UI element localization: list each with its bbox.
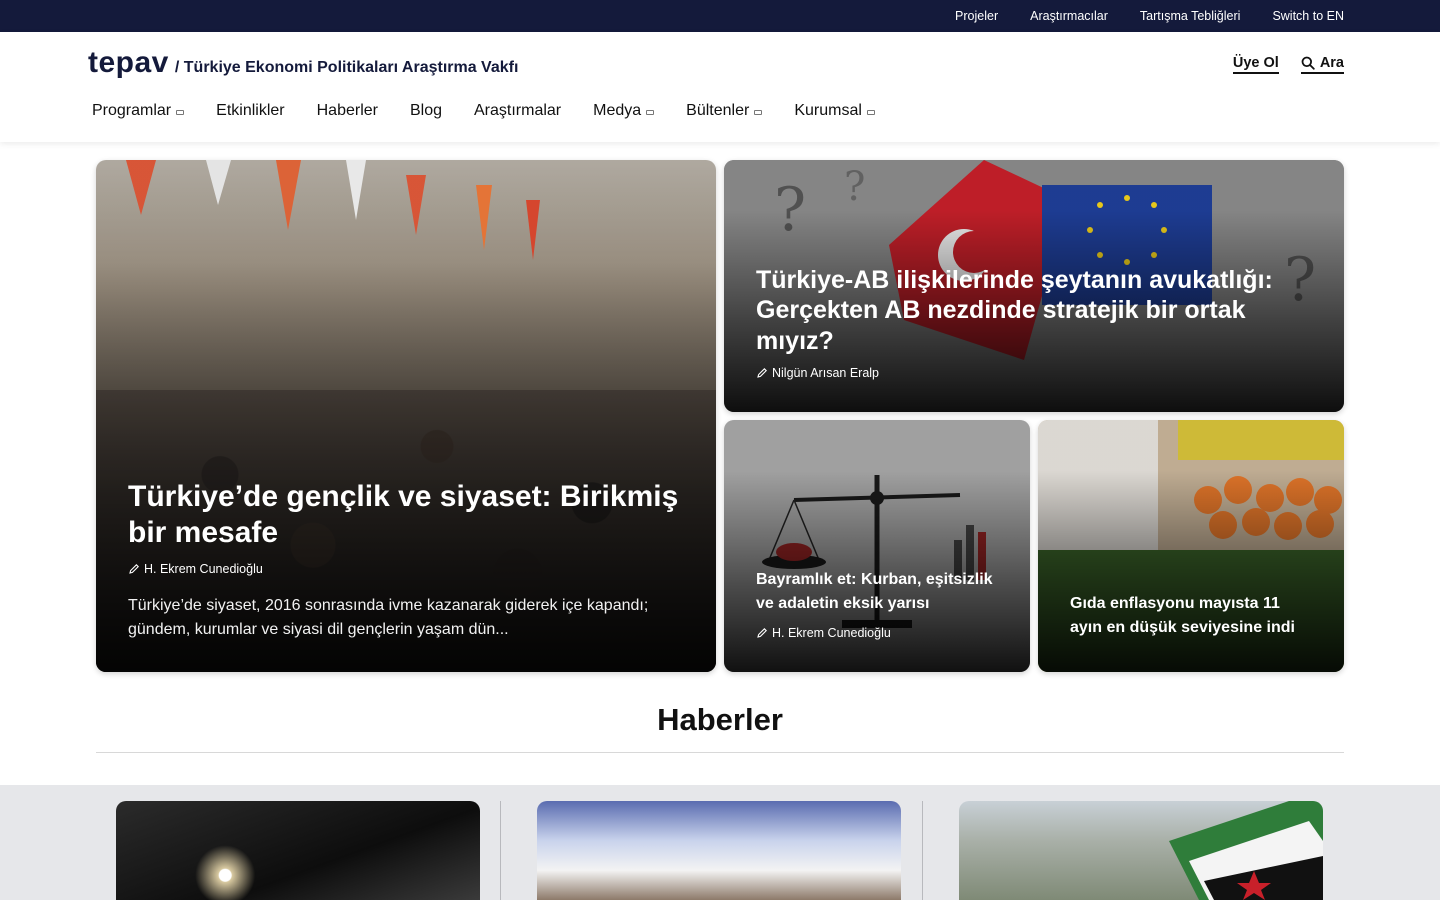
signup-link[interactable]: Üye Ol — [1232, 55, 1279, 74]
pencil-icon — [757, 368, 767, 378]
nav-item-arastirmalar[interactable]: Araştırmalar — [474, 102, 561, 120]
site-logo[interactable]: tepav — [88, 46, 169, 80]
site-header: tepav / Türkiye Ekonomi Politikaları Ara… — [0, 32, 1440, 142]
nav-item-bultenler[interactable]: Bültenler — [686, 102, 763, 120]
search-button[interactable]: Ara — [1300, 55, 1344, 74]
featured-article-card[interactable]: Türkiye’de gençlik ve siyaset: Birikmiş … — [96, 160, 716, 672]
article-content: Gıda enflasyonu mayısta 11 ayın en düşük… — [1070, 592, 1312, 640]
news-divider — [922, 801, 923, 900]
article-title[interactable]: Türkiye’de gençlik ve siyaset: Birikmiş … — [128, 479, 684, 552]
dropdown-icon — [866, 109, 875, 115]
nav-item-label: Bültenler — [686, 102, 750, 119]
utility-link-projeler[interactable]: Projeler — [955, 9, 998, 23]
signup-label: Üye Ol — [1232, 55, 1279, 71]
author-name[interactable]: Nilgün Arısan Eralp — [772, 366, 879, 380]
main-nav: Programlar Etkinlikler Haberler Blog Ara… — [92, 102, 875, 120]
article-author: H. Ekrem Cunedioğlu — [756, 626, 998, 640]
dropdown-icon — [646, 109, 655, 115]
dropdown-icon — [176, 109, 185, 115]
nav-item-kurumsal[interactable]: Kurumsal — [794, 102, 875, 120]
nav-item-label: Haberler — [316, 102, 378, 119]
section-divider — [96, 752, 1344, 753]
article-excerpt: Türkiye’de siyaset, 2016 sonrasında ivme… — [128, 597, 649, 638]
site-tagline: / Türkiye Ekonomi Politikaları Araştırma… — [174, 59, 519, 76]
article-title[interactable]: Türkiye-AB ilişkilerinde şeytanın avukat… — [756, 265, 1312, 357]
utility-link-tartisma-tebligleri[interactable]: Tartışma Tebliğleri — [1140, 9, 1241, 23]
utility-link-arastirmacilar[interactable]: Araştırmacılar — [1030, 9, 1108, 23]
nav-item-etkinlikler[interactable]: Etkinlikler — [216, 102, 284, 120]
top-utility-bar: Projeler Araştırmacılar Tartışma Tebliğl… — [0, 0, 1440, 32]
section-title-haberler: Haberler — [657, 702, 783, 737]
article-card-ab[interactable]: ? ? ? Türkiye-AB ilişkilerinde şeytanın … — [724, 160, 1344, 412]
nav-item-haberler[interactable]: Haberler — [317, 102, 378, 120]
search-label: Ara — [1319, 55, 1344, 71]
utility-links: Projeler Araştırmacılar Tartışma Tebliğl… — [955, 0, 1344, 32]
header-actions: Üye Ol Ara — [1232, 55, 1344, 74]
news-item-thumbnail[interactable] — [116, 801, 480, 900]
news-item-thumbnail[interactable] — [959, 801, 1323, 900]
article-author: Nilgün Arısan Eralp — [756, 366, 1312, 380]
flag-image — [1169, 801, 1323, 900]
nav-item-label: Araştırmalar — [474, 102, 562, 119]
dropdown-icon — [754, 109, 763, 115]
nav-item-label: Kurumsal — [794, 102, 862, 119]
nav-item-medya[interactable]: Medya — [593, 102, 655, 120]
nav-item-label: Medya — [593, 102, 642, 119]
article-author: H. Ekrem Cunedioğlu — [128, 562, 684, 576]
language-switch-link[interactable]: Switch to EN — [1272, 9, 1344, 23]
nav-item-label: Programlar — [92, 102, 172, 119]
article-card-et[interactable]: Bayramlık et: Kurban, eşitsizlik ve adal… — [724, 420, 1030, 672]
news-item-thumbnail[interactable] — [537, 801, 901, 900]
pencil-icon — [129, 564, 139, 574]
author-name[interactable]: H. Ekrem Cunedioğlu — [144, 562, 263, 576]
article-content: Bayramlık et: Kurban, eşitsizlik ve adal… — [756, 568, 998, 640]
nav-item-programlar[interactable]: Programlar — [92, 102, 185, 120]
search-icon — [1301, 56, 1315, 70]
nav-item-blog[interactable]: Blog — [410, 102, 442, 120]
news-divider — [500, 801, 501, 900]
nav-item-label: Etkinlikler — [216, 102, 285, 119]
author-name[interactable]: H. Ekrem Cunedioğlu — [772, 626, 891, 640]
article-content: Türkiye-AB ilişkilerinde şeytanın avukat… — [756, 265, 1312, 381]
featured-article-content: Türkiye’de gençlik ve siyaset: Birikmiş … — [128, 479, 684, 642]
brand[interactable]: tepav / Türkiye Ekonomi Politikaları Ara… — [88, 46, 518, 80]
article-title[interactable]: Bayramlık et: Kurban, eşitsizlik ve adal… — [756, 568, 998, 616]
nav-item-label: Blog — [409, 102, 442, 119]
pencil-icon — [757, 628, 767, 638]
article-card-gida[interactable]: Gıda enflasyonu mayısta 11 ayın en düşük… — [1038, 420, 1344, 672]
article-title[interactable]: Gıda enflasyonu mayısta 11 ayın en düşük… — [1070, 592, 1312, 640]
